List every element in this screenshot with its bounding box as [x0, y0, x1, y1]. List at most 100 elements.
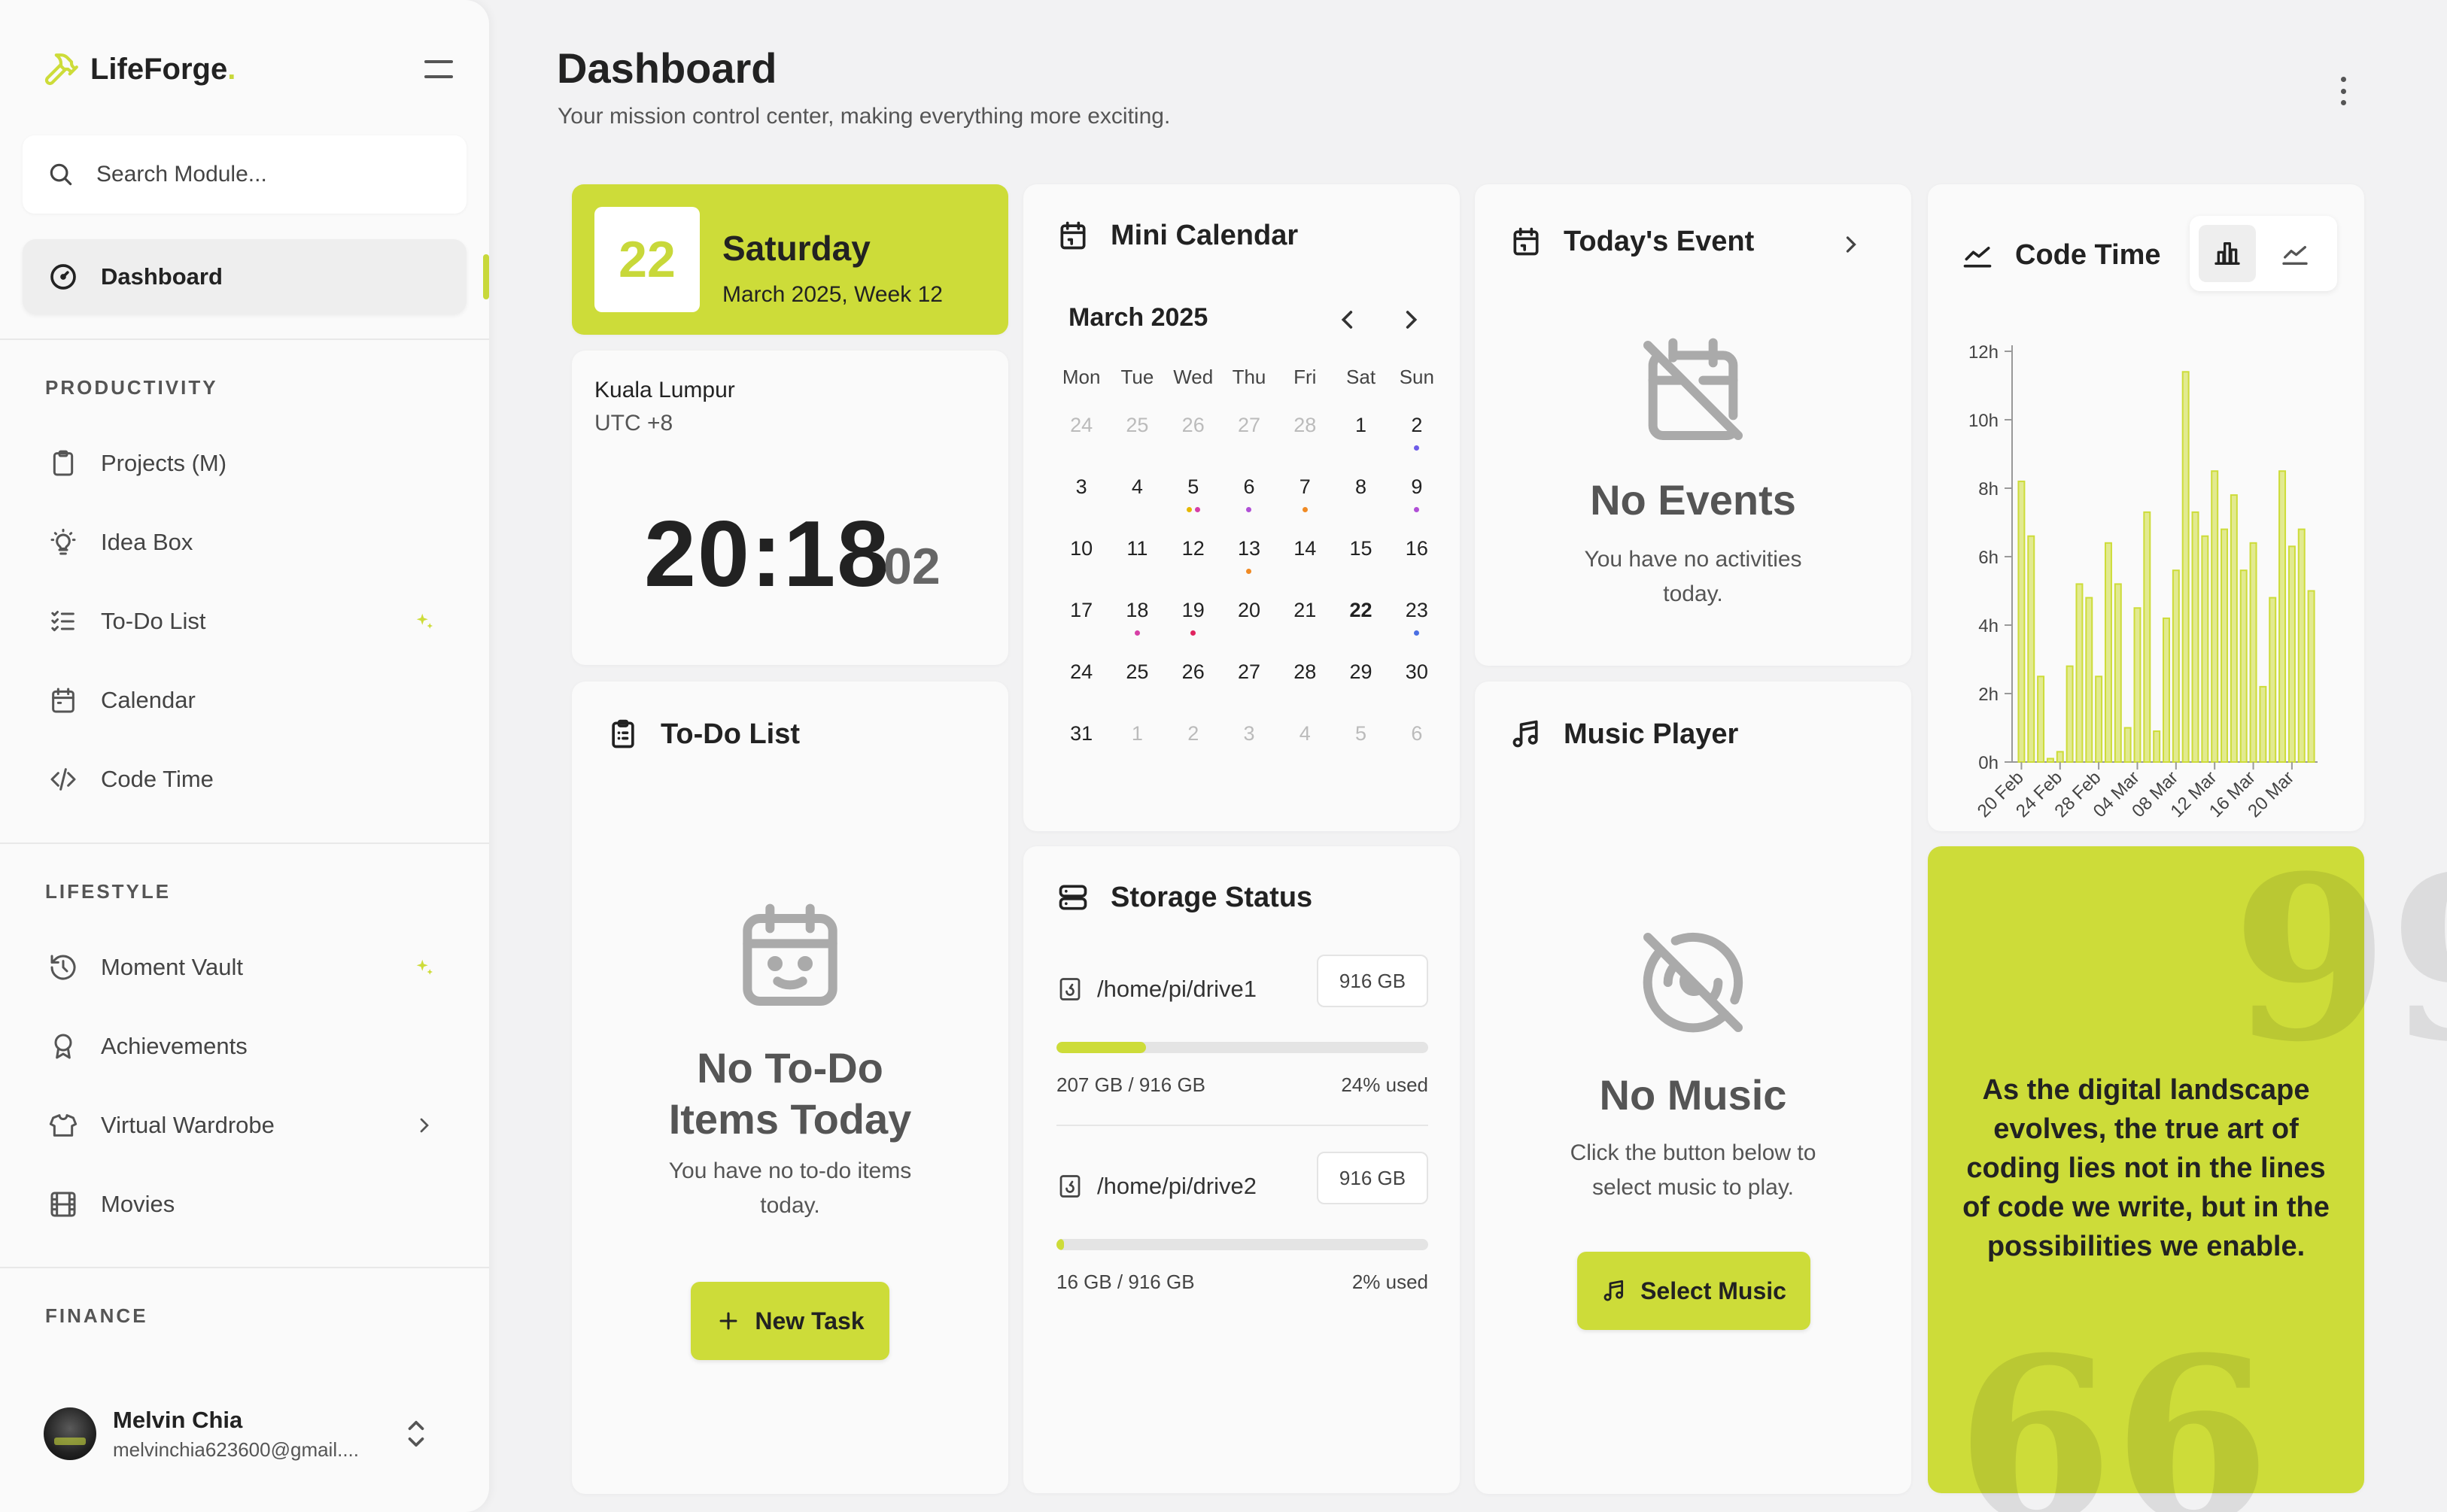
calendar-day[interactable]: 29 — [1333, 650, 1388, 712]
empty-title: No Events — [1590, 476, 1796, 524]
calendar-day[interactable]: 27 — [1221, 650, 1277, 712]
date-weekday: Saturday — [722, 229, 871, 268]
calendar-day[interactable]: 5 — [1333, 712, 1388, 773]
quote-open-mark: 99 — [2232, 826, 2447, 1091]
sidebar-item-movies[interactable]: Movies — [23, 1167, 467, 1242]
more-options-button[interactable] — [2330, 72, 2357, 110]
chevron-right-icon[interactable] — [1838, 231, 1865, 258]
calendar-day[interactable]: 2 — [1389, 403, 1445, 465]
day-number: 26 — [1181, 660, 1205, 683]
calendar-day[interactable]: 24 — [1053, 650, 1109, 712]
calendar-week-row: 24 25 26 27 28 29 30 — [1053, 650, 1445, 712]
sidebar-item-calendar[interactable]: Calendar — [23, 663, 467, 738]
calendar-day[interactable]: 20 — [1221, 588, 1277, 650]
empty-desc-line: You have no activities — [1584, 547, 1802, 572]
day-number: 7 — [1299, 475, 1311, 498]
day-number: 28 — [1293, 660, 1317, 683]
user-profile-menu[interactable]: Melvin Chia melvinchia623600@gmail.... — [23, 1381, 467, 1486]
new-task-button[interactable]: New Task — [691, 1282, 889, 1360]
button-label: New Task — [755, 1307, 865, 1334]
empty-description: You have no to-do items today. — [572, 1154, 1008, 1223]
day-number: 25 — [1126, 414, 1149, 436]
drive-percent-text: 24% used — [1341, 1073, 1428, 1096]
calendar-day[interactable]: 5 — [1166, 465, 1221, 527]
calendar-day[interactable]: 10 — [1053, 527, 1109, 588]
day-number: 26 — [1181, 414, 1205, 436]
calendar-day[interactable]: 26 — [1166, 650, 1221, 712]
prev-month-button[interactable] — [1333, 305, 1363, 335]
app: LifeForge. Dashboard PRODUCTIVITY Projec… — [0, 0, 2447, 1512]
calendar-day[interactable]: 25 — [1109, 403, 1165, 465]
calendar-day[interactable]: 1 — [1109, 712, 1165, 773]
sidebar-item-idea-box[interactable]: Idea Box — [23, 505, 467, 580]
bar-view-button[interactable] — [2199, 225, 2256, 282]
calendar-day[interactable]: 11 — [1109, 527, 1165, 588]
calendar-day[interactable]: 28 — [1277, 403, 1333, 465]
drive-path: /home/pi/drive1 — [1056, 976, 1257, 1003]
calendar-day[interactable]: 23 — [1389, 588, 1445, 650]
day-number: 19 — [1181, 599, 1205, 621]
shirt-icon — [47, 1109, 80, 1142]
line-view-button[interactable] — [2266, 225, 2324, 282]
calendar-day[interactable]: 2 — [1166, 712, 1221, 773]
day-number: 2 — [1187, 722, 1199, 745]
calendar-day[interactable]: 12 — [1166, 527, 1221, 588]
sidebar-item-achievements[interactable]: Achievements — [23, 1009, 467, 1084]
calendar-day[interactable]: 8 — [1333, 465, 1388, 527]
sidebar-item-todo-list[interactable]: To-Do List — [23, 584, 467, 659]
music-player-card: Music Player No Music Click the button b… — [1475, 682, 1911, 1494]
calendar-day[interactable]: 14 — [1277, 527, 1333, 588]
calendar-day[interactable]: 16 — [1389, 527, 1445, 588]
calendar-day[interactable]: 17 — [1053, 588, 1109, 650]
sidebar-collapse-button[interactable] — [420, 53, 457, 86]
next-month-button[interactable] — [1395, 305, 1425, 335]
day-number: 30 — [1405, 660, 1428, 683]
calendar-day[interactable]: 9 — [1389, 465, 1445, 527]
select-music-button[interactable]: Select Music — [1577, 1252, 1810, 1330]
calendar-day[interactable]: 3 — [1053, 465, 1109, 527]
calendar-day[interactable]: 7 — [1277, 465, 1333, 527]
calendar-smile-icon — [743, 903, 837, 1006]
calendar-day[interactable]: 24 — [1053, 403, 1109, 465]
calendar-day[interactable]: 6 — [1389, 712, 1445, 773]
calendar-day[interactable]: 13 — [1221, 527, 1277, 588]
calendar-day[interactable]: 4 — [1277, 712, 1333, 773]
calendar-day[interactable]: 25 — [1109, 650, 1165, 712]
calendar-day[interactable]: 1 — [1333, 403, 1388, 465]
search-input[interactable] — [96, 162, 457, 187]
calendar-week-row: 10 11 12 13 14 15 16 — [1053, 527, 1445, 588]
day-number: 8 — [1355, 475, 1367, 498]
calendar-day[interactable]: 31 — [1053, 712, 1109, 773]
card-header: Today's Event — [1509, 225, 1754, 258]
sidebar-item-dashboard[interactable]: Dashboard — [23, 239, 467, 314]
section-title-lifestyle: LIFESTYLE — [45, 880, 172, 903]
drive-usage-fill — [1056, 1042, 1146, 1053]
calendar-day[interactable]: 19 — [1166, 588, 1221, 650]
calendar-day[interactable]: 3 — [1221, 712, 1277, 773]
sidebar-item-virtual-wardrobe[interactable]: Virtual Wardrobe — [23, 1088, 467, 1163]
bar-chart-icon — [2214, 242, 2240, 265]
calendar-day-today[interactable]: 22 — [1333, 587, 1393, 650]
todo-card: To-Do List No To-Do Items Today You have… — [572, 682, 1008, 1494]
search-box[interactable] — [23, 135, 467, 214]
calendar-day[interactable]: 4 — [1109, 465, 1165, 527]
event-dot — [1134, 630, 1140, 636]
calendar-day[interactable]: 28 — [1277, 650, 1333, 712]
calendar-day[interactable]: 30 — [1389, 650, 1445, 712]
calendar-day[interactable]: 15 — [1333, 527, 1388, 588]
calendar-day[interactable]: 6 — [1221, 465, 1277, 527]
event-dot — [1194, 507, 1200, 512]
sidebar-item-projects[interactable]: Projects (M) — [23, 426, 467, 501]
calendar-day[interactable]: 21 — [1277, 588, 1333, 650]
empty-desc-line: today. — [760, 1193, 820, 1218]
sidebar-item-label: Idea Box — [101, 529, 193, 555]
calendar-day[interactable]: 26 — [1166, 403, 1221, 465]
calendar-day[interactable]: 27 — [1221, 403, 1277, 465]
sidebar-item-moment-vault[interactable]: Moment Vault — [23, 930, 467, 1005]
sidebar-item-code-time[interactable]: Code Time — [23, 742, 467, 817]
storage-status-card: Storage Status /home/pi/drive1 916 GB 20… — [1023, 846, 1460, 1493]
day-number: 1 — [1355, 414, 1367, 436]
calendar-day[interactable]: 18 — [1109, 588, 1165, 650]
brand[interactable]: LifeForge. — [42, 48, 236, 90]
code-time-bar — [2123, 727, 2132, 763]
